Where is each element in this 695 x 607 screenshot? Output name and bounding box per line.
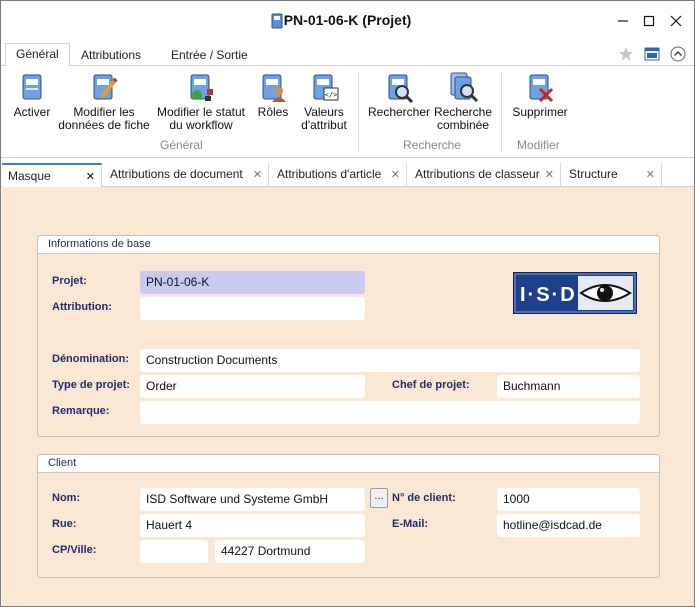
email-label: E-Mail: (392, 518, 429, 530)
edit-record-icon (93, 74, 118, 100)
search-icon (388, 74, 414, 103)
close-tab-icon[interactable]: ✕ (391, 168, 400, 181)
supprimer-button[interactable]: Supprimer (509, 71, 571, 119)
close-tab-icon[interactable]: ✕ (86, 170, 95, 183)
close-tab-icon[interactable]: ✕ (646, 168, 655, 181)
title-bar: PN-01-06-K (Projet) (1, 1, 694, 41)
num-client-label: N° de client: (392, 492, 456, 504)
roles-icon (262, 74, 286, 102)
denomination-field[interactable]: Construction Documents (140, 349, 640, 372)
minimize-icon (618, 20, 628, 22)
nom-label: Nom: (52, 492, 81, 504)
modifier-statut-button[interactable]: Modifier le statut du workflow (153, 71, 249, 132)
star-icon[interactable] (618, 46, 634, 62)
minimize-button[interactable] (610, 9, 636, 33)
combined-search-icon (450, 72, 479, 103)
delete-icon (529, 74, 554, 103)
svg-text:</>: </> (325, 91, 338, 99)
projet-field[interactable]: PN-01-06-K (140, 271, 365, 294)
tab-attributions-document[interactable]: Attributions de document ✕ (104, 163, 269, 187)
ribbon-separator (501, 72, 502, 152)
browse-client-button[interactable]: ... (370, 488, 388, 508)
group-label-modifier: Modifier (517, 138, 560, 152)
rechercher-button[interactable]: Rechercher (367, 71, 431, 119)
valeurs-label-1: Valeurs (304, 105, 344, 119)
recherche-combinee-label-1: Recherche (433, 105, 493, 119)
tab-structure[interactable]: Structure ✕ (563, 163, 662, 187)
group-label-recherche: Recherche (403, 138, 462, 152)
basic-info-heading: Informations de base (38, 236, 659, 254)
tab-masque-label: Masque (8, 169, 51, 183)
workflow-status-icon (190, 74, 213, 101)
ribbon-separator (358, 72, 359, 152)
isd-logo: I·S·D (513, 272, 637, 314)
close-tab-icon[interactable]: ✕ (253, 168, 262, 181)
maximize-icon (643, 15, 655, 27)
modifier-donnees-button[interactable]: Modifier les données de fiche (57, 71, 151, 132)
close-icon (670, 15, 682, 27)
document-tab-bar: Masque ✕ Attributions de document ✕ Attr… (1, 161, 694, 187)
ville-field[interactable]: 44227 Dortmund (215, 540, 365, 563)
attribute-values-icon: </> (313, 74, 339, 101)
cp-ville-label: CP/Ville: (52, 544, 97, 556)
tab-attributions-article-label: Attributions d'article (277, 167, 382, 181)
tab-attributions-classeur[interactable]: Attributions de classeur ✕ (409, 163, 561, 187)
tab-attributions-article[interactable]: Attributions d'article ✕ (271, 163, 407, 187)
close-tab-icon[interactable]: ✕ (545, 168, 554, 181)
num-client-field[interactable]: 1000 (497, 488, 640, 511)
tab-structure-label: Structure (569, 167, 618, 181)
modifier-donnees-label-2: données de fiche (58, 118, 150, 132)
attribution-label: Attribution: (52, 301, 112, 313)
ribbon: Activer Modifier les données de fiche Mo… (1, 66, 694, 158)
activer-label: Activer (13, 105, 51, 119)
modifier-donnees-label-1: Modifier les (73, 105, 135, 119)
tab-masque[interactable]: Masque ✕ (2, 163, 102, 187)
client-heading: Client (38, 455, 659, 473)
rue-field[interactable]: Hauert 4 (140, 514, 365, 537)
modifier-statut-label-2: du workflow (169, 118, 233, 132)
recherche-combinee-label-2: combinée (436, 118, 490, 132)
denomination-label: Dénomination: (52, 353, 129, 365)
rechercher-label: Rechercher (367, 105, 431, 119)
projet-label: Projet: (52, 275, 87, 287)
recherche-combinee-button[interactable]: Recherche combinée (433, 71, 493, 132)
type-projet-field[interactable]: Order (140, 375, 365, 398)
rue-label: Rue: (52, 518, 77, 530)
cp-field[interactable] (140, 540, 208, 563)
type-projet-label: Type de projet: (52, 379, 131, 391)
mask-panel: Informations de base Projet: PN-01-06-K … (2, 187, 694, 606)
client-group: Client Nom: ISD Software und Systeme Gmb… (37, 454, 660, 578)
activer-button[interactable]: Activer (9, 71, 55, 119)
email-field[interactable]: hotline@isdcad.de (497, 514, 640, 537)
svg-text:I·S·D: I·S·D (520, 284, 577, 306)
nom-field[interactable]: ISD Software und Systeme GmbH (140, 488, 365, 511)
roles-label: Rôles (257, 105, 289, 119)
close-button[interactable] (663, 9, 689, 33)
activate-icon (22, 74, 42, 100)
collapse-ribbon-icon[interactable] (670, 46, 686, 62)
window-layout-icon[interactable] (644, 46, 660, 62)
chef-projet-label: Chef de projet: (392, 379, 470, 391)
application-window: PN-01-06-K (Projet) Général Attributions… (0, 0, 695, 607)
tab-attributions[interactable]: Attributions (71, 45, 151, 67)
chef-projet-field[interactable]: Buchmann (497, 375, 640, 398)
attribution-field[interactable] (140, 297, 365, 320)
tab-general[interactable]: Général (5, 43, 70, 67)
ribbon-tab-bar: Général Attributions Entrée / Sortie (1, 41, 694, 67)
tab-attributions-classeur-label: Attributions de classeur (415, 167, 540, 181)
tab-entree-sortie[interactable]: Entrée / Sortie (161, 45, 258, 67)
group-label-general: Général (160, 138, 203, 152)
supprimer-label: Supprimer (512, 105, 568, 119)
remarque-label: Remarque: (52, 405, 110, 417)
modifier-statut-label-1: Modifier le statut (156, 105, 246, 119)
valeurs-attribut-button[interactable]: </> Valeurs d'attribut (297, 71, 351, 132)
tab-attributions-document-label: Attributions de document (110, 167, 243, 181)
remarque-field[interactable] (140, 401, 640, 424)
roles-button[interactable]: Rôles (255, 71, 291, 119)
window-title: PN-01-06-K (Projet) (283, 12, 412, 28)
valeurs-label-2: d'attribut (301, 118, 347, 132)
maximize-button[interactable] (636, 9, 662, 33)
basic-info-group: Informations de base Projet: PN-01-06-K … (37, 235, 660, 437)
